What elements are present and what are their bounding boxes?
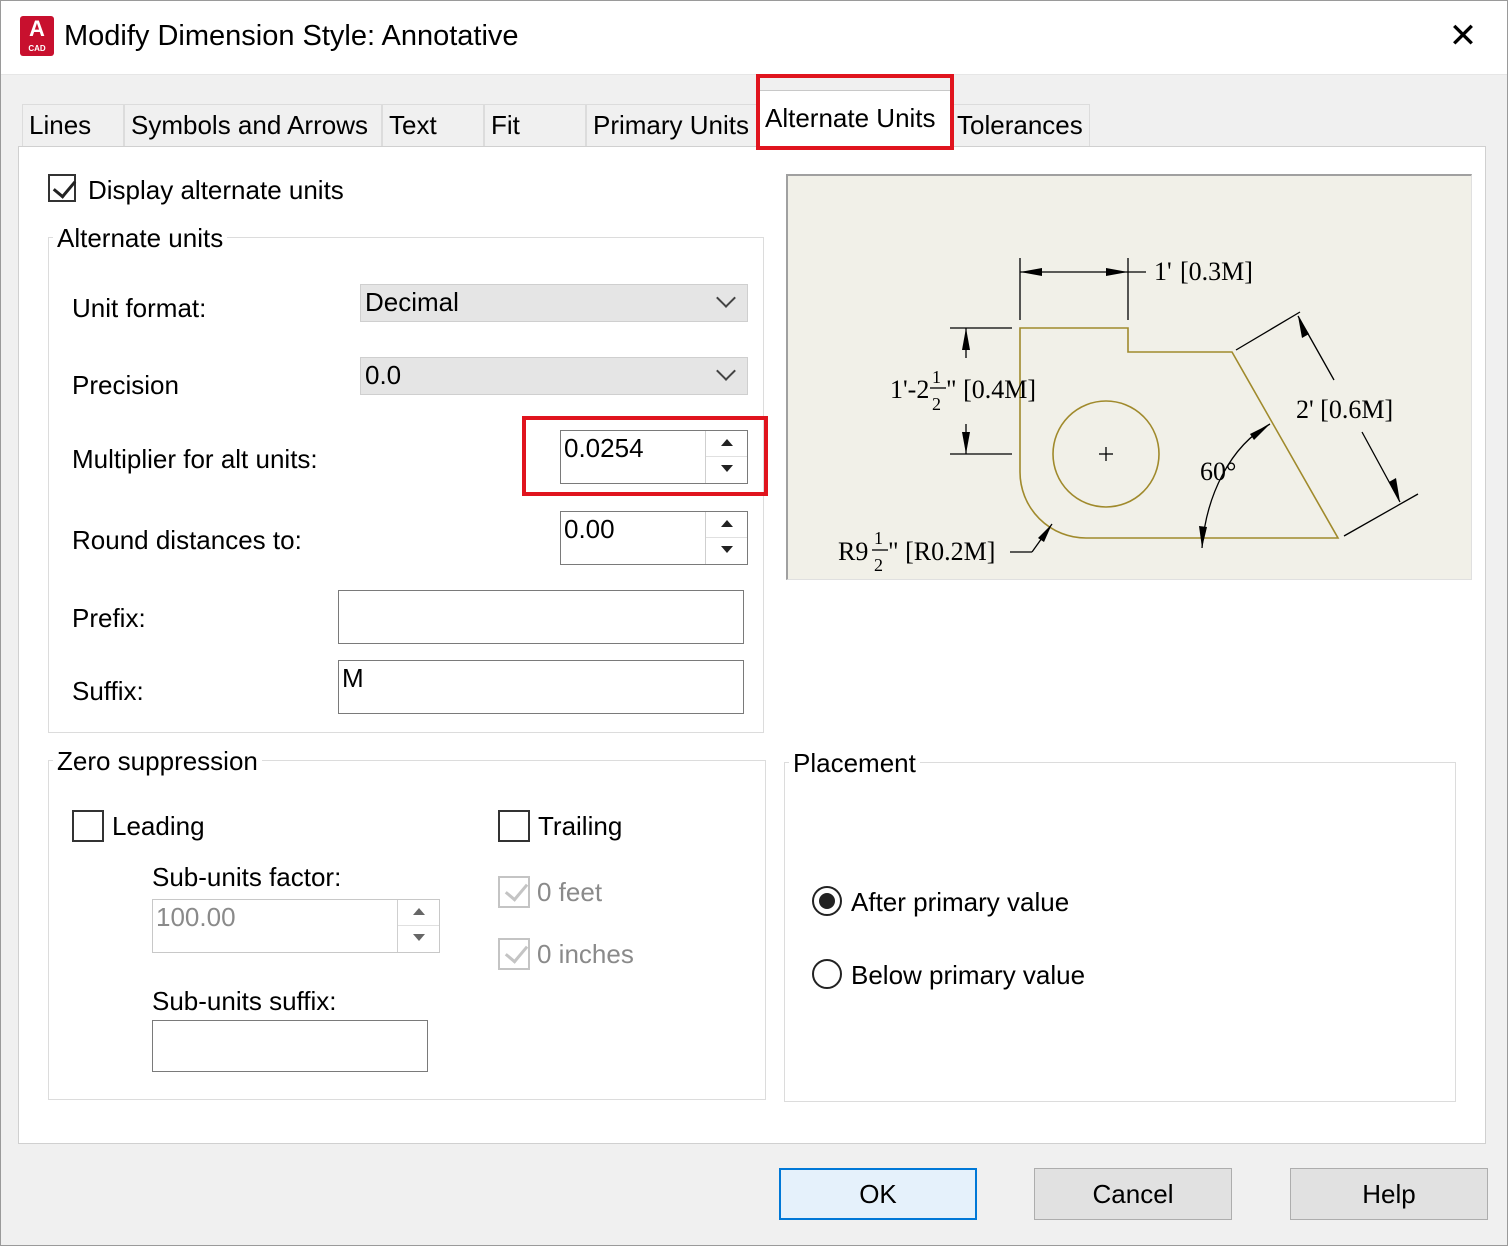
dimension-texts: 1' [0.3M] 1'-2 1 2 " [0.4M] 2' [0.6M] 60…	[838, 257, 1393, 575]
frac-den-2: 2	[874, 555, 883, 575]
checkmark-icon	[504, 939, 529, 964]
suffix-input[interactable]: M	[338, 660, 744, 714]
multiplier-spinner[interactable]	[705, 431, 747, 483]
display-alt-units-checkbox[interactable]	[48, 174, 77, 202]
unit-format-label: Unit format:	[72, 293, 207, 323]
frac-den: 2	[932, 394, 941, 414]
precision-value: 0.0	[365, 360, 402, 390]
round-distances-label: Round distances to:	[72, 525, 302, 555]
dim-top-text-a: 1'	[1154, 257, 1172, 286]
tab-text[interactable]: Text	[382, 104, 484, 146]
spin-down-icon[interactable]	[706, 538, 747, 564]
suffix-value: M	[342, 663, 364, 693]
preview-drawing: 1' [0.3M] 1'-2 1 2 " [0.4M] 2' [0.6M] 60…	[838, 257, 1419, 575]
zero-inches-label: 0 inches	[537, 939, 634, 969]
chevron-down-icon	[716, 361, 736, 381]
trailing-checkbox[interactable]	[498, 810, 530, 842]
autocad-app-icon: A CAD	[20, 16, 54, 56]
spin-down-icon[interactable]	[706, 457, 747, 483]
unit-format-value: Decimal	[365, 287, 459, 317]
cancel-button[interactable]: Cancel	[1034, 1168, 1232, 1220]
frac-num: 1	[932, 367, 941, 387]
alternate-units-legend: Alternate units	[53, 223, 228, 254]
zero-feet-checkbox[interactable]	[498, 876, 530, 908]
checkmark-icon	[52, 174, 77, 199]
multiplier-label: Multiplier for alt units:	[72, 444, 318, 474]
checkmark-icon	[504, 877, 529, 902]
tab-primary-units[interactable]: Primary Units	[586, 104, 758, 146]
dim-top-text-b: [0.3M]	[1180, 257, 1253, 286]
spin-down-icon[interactable]	[398, 926, 439, 952]
precision-label: Precision	[72, 370, 179, 400]
zero-suppression-legend: Zero suppression	[53, 746, 262, 777]
tab-alternate-units[interactable]: Alternate Units	[758, 90, 952, 148]
sub-units-suffix-label: Sub-units suffix:	[152, 986, 337, 1016]
prefix-label: Prefix:	[72, 603, 146, 633]
radio-selected-dot	[819, 893, 835, 909]
leading-label: Leading	[112, 811, 205, 841]
app-icon-letter: A	[29, 16, 45, 41]
sub-units-factor-spinner[interactable]	[397, 900, 439, 952]
after-primary-radio[interactable]	[812, 886, 842, 916]
window-title: Modify Dimension Style: Annotative	[64, 20, 519, 52]
multiplier-value: 0.0254	[564, 433, 644, 463]
placement-group	[784, 762, 1456, 1102]
unit-format-select[interactable]: Decimal	[360, 284, 748, 322]
suffix-label: Suffix:	[72, 676, 144, 706]
tab-fit[interactable]: Fit	[484, 104, 586, 146]
trailing-label: Trailing	[538, 811, 623, 841]
leading-checkbox[interactable]	[72, 810, 104, 842]
placement-legend: Placement	[789, 748, 920, 779]
dim-left-text-a: 1'-2	[890, 375, 929, 404]
spin-up-icon[interactable]	[398, 900, 439, 926]
app-icon-sub: CAD	[28, 44, 46, 53]
radius-text-b: " [R0.2M]	[888, 537, 995, 566]
angle-text: 60°	[1200, 457, 1236, 486]
help-button[interactable]: Help	[1290, 1168, 1488, 1220]
zero-feet-label: 0 feet	[537, 877, 603, 907]
tab-symbols-and-arrows[interactable]: Symbols and Arrows	[124, 104, 382, 146]
sub-units-factor-value: 100.00	[156, 902, 236, 932]
ok-button[interactable]: OK	[779, 1168, 977, 1220]
sub-units-suffix-input[interactable]	[152, 1020, 428, 1072]
prefix-input[interactable]	[338, 590, 744, 644]
radius-text-a: R9	[838, 537, 868, 566]
round-distances-value: 0.00	[564, 514, 615, 544]
dim-right-text: 2' [0.6M]	[1296, 395, 1393, 424]
after-primary-label: After primary value	[851, 887, 1070, 917]
close-icon[interactable]: ✕	[1440, 14, 1486, 58]
dim-left-text-b: " [0.4M]	[946, 375, 1036, 404]
below-primary-radio[interactable]	[812, 959, 842, 989]
tab-lines[interactable]: Lines	[22, 104, 124, 146]
part-outline	[1019, 327, 1340, 539]
spin-up-icon[interactable]	[706, 512, 747, 538]
display-alt-units-label: Display alternate units	[88, 175, 344, 205]
preview-box: 1' [0.3M] 1'-2 1 2 " [0.4M] 2' [0.6M] 60…	[786, 174, 1472, 580]
tab-tolerances[interactable]: Tolerances	[950, 104, 1090, 146]
frac-num-2: 1	[874, 528, 883, 548]
sub-units-factor-label: Sub-units factor:	[152, 862, 342, 892]
zero-inches-checkbox[interactable]	[498, 938, 530, 970]
chevron-down-icon	[716, 288, 736, 308]
precision-select[interactable]: 0.0	[360, 357, 748, 395]
spin-up-icon[interactable]	[706, 431, 747, 457]
round-distances-spinner[interactable]	[705, 512, 747, 564]
below-primary-label: Below primary value	[851, 960, 1086, 990]
